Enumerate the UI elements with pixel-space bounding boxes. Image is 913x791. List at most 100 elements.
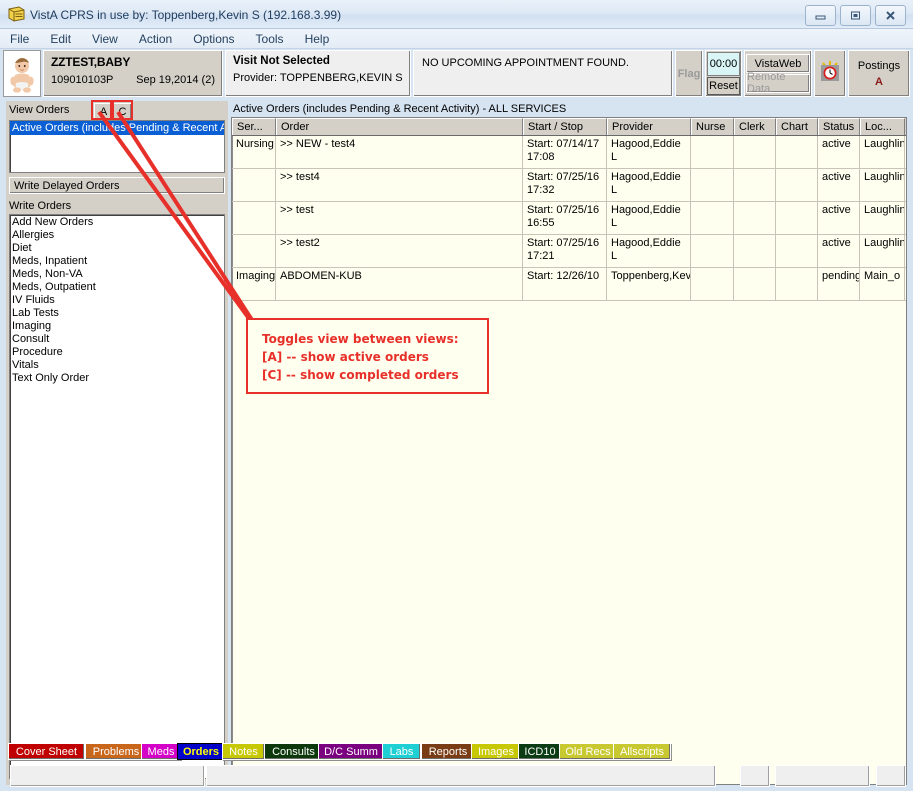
- patient-photo[interactable]: [3, 50, 41, 97]
- patient-identity-panel[interactable]: ZZTEST,BABY 109010103P Sep 19,2014 (2): [43, 50, 223, 97]
- orders-grid-column-header[interactable]: Status: [818, 118, 860, 135]
- write-orders-listbox[interactable]: Add New Orders Allergies Diet Meds, Inpatie…: [9, 214, 225, 779]
- alarm-clock-icon: [819, 61, 841, 86]
- view-orders-listbox[interactable]: Active Orders (includes Pending & Recent…: [9, 120, 225, 173]
- tab-d-c-summ[interactable]: D/C Summ: [318, 743, 384, 760]
- tab-consults[interactable]: Consults: [264, 743, 323, 760]
- tab-meds[interactable]: Meds: [141, 743, 181, 760]
- orders-grid-cell-location: Laughlin: [860, 169, 905, 201]
- orders-grid-column-header[interactable]: Provider: [607, 118, 691, 135]
- tab-problems[interactable]: Problems: [85, 743, 147, 760]
- flag-button[interactable]: Flag: [675, 50, 703, 97]
- orders-grid-cell-location: Laughlin: [860, 202, 905, 234]
- maximize-icon[interactable]: [840, 5, 871, 26]
- orders-grid-cell-nurse: [691, 235, 734, 267]
- tab-icd10[interactable]: ICD10: [518, 743, 562, 760]
- orders-grid-cell-chart: [776, 235, 818, 267]
- reminders-button[interactable]: [814, 50, 846, 97]
- orders-grid-cell-service: [232, 202, 276, 234]
- menu-help[interactable]: Help: [305, 32, 330, 46]
- table-row[interactable]: Nursing >> NEW - test4 Start: 07/14/17 17:…: [232, 136, 906, 169]
- orders-grid-cell-status: active: [818, 136, 860, 168]
- write-order-item[interactable]: Consult: [12, 333, 224, 346]
- flag-label: Flag: [677, 67, 701, 80]
- tab-orders[interactable]: Orders: [177, 743, 225, 760]
- orders-grid-cell-chart: [776, 268, 818, 300]
- client-area: ZZTEST,BABY 109010103P Sep 19,2014 (2) V…: [0, 49, 913, 790]
- orders-grid-cell-clerk: [734, 235, 776, 267]
- write-order-item[interactable]: Lab Tests: [12, 307, 224, 320]
- write-order-item[interactable]: Text Only Order: [12, 372, 224, 385]
- tab-notes[interactable]: Notes: [222, 743, 265, 760]
- menu-view[interactable]: View: [92, 32, 118, 46]
- orders-grid[interactable]: Ser... Order Start / Stop Provider Nurse Cler…: [231, 117, 907, 785]
- menu-bar: File Edit View Action Options Tools Help: [0, 29, 913, 49]
- orders-grid-column-header[interactable]: Start / Stop: [523, 118, 607, 135]
- patient-name: ZZTEST,BABY: [51, 55, 131, 69]
- patient-header: ZZTEST,BABY 109010103P Sep 19,2014 (2) V…: [3, 50, 910, 97]
- menu-file[interactable]: File: [10, 32, 29, 46]
- table-row[interactable]: >> test4 Start: 07/25/16 17:32 Hagood,Eddi…: [232, 169, 906, 202]
- remote-data-button: Remote Data: [746, 71, 810, 95]
- orders-grid-cell-status: pending: [818, 268, 860, 300]
- write-order-item[interactable]: IV Fluids: [12, 294, 224, 307]
- appointment-panel[interactable]: NO UPCOMING APPOINTMENT FOUND.: [413, 50, 673, 97]
- timer-reset-button[interactable]: Reset: [707, 77, 740, 95]
- annotation-line-1: Toggles view between views:: [262, 332, 459, 346]
- write-order-item[interactable]: Meds, Inpatient: [12, 255, 224, 268]
- table-row[interactable]: Imaging ABDOMEN-KUB Start: 12/26/10 Toppenb…: [232, 268, 906, 301]
- postings-button[interactable]: Postings A: [848, 50, 910, 97]
- table-row[interactable]: >> test Start: 07/25/16 16:55 Hagood,Eddie…: [232, 202, 906, 235]
- tab-images[interactable]: Images: [471, 743, 521, 760]
- minimize-icon[interactable]: [805, 5, 836, 26]
- patient-dob: Sep 19,2014 (2): [136, 74, 215, 86]
- orders-grid-cell-provider: Hagood,Eddie L: [607, 202, 691, 234]
- orders-grid-column-header[interactable]: Chart: [776, 118, 818, 135]
- tab-allscripts[interactable]: Allscripts: [613, 743, 671, 760]
- view-orders-selected-item[interactable]: Active Orders (includes Pending & Recent…: [10, 121, 224, 135]
- orders-grid-column-header[interactable]: Loc...: [860, 118, 905, 135]
- orders-grid-cell-chart: [776, 169, 818, 201]
- write-delayed-orders-button[interactable]: Write Delayed Orders: [9, 177, 225, 194]
- orders-grid-cell-service: Nursing: [232, 136, 276, 168]
- menu-edit[interactable]: Edit: [50, 32, 71, 46]
- orders-grid-column-header[interactable]: Ser...: [232, 118, 276, 135]
- write-order-item[interactable]: Meds, Non-VA: [12, 268, 224, 281]
- timer-value: 00:00: [707, 52, 740, 76]
- table-row[interactable]: >> test2 Start: 07/25/16 17:21 Hagood,Eddi…: [232, 235, 906, 268]
- write-order-item[interactable]: Allergies: [12, 229, 224, 242]
- menu-action[interactable]: Action: [139, 32, 172, 46]
- orders-grid-column-header[interactable]: Clerk: [734, 118, 776, 135]
- write-order-item[interactable]: Meds, Outpatient: [12, 281, 224, 294]
- session-timer[interactable]: 00:00 Reset: [705, 50, 742, 97]
- close-icon[interactable]: [875, 5, 906, 26]
- orders-grid-cell-provider: Hagood,Eddie L: [607, 169, 691, 201]
- cprs-window-icon: [8, 6, 25, 22]
- menu-options[interactable]: Options: [193, 32, 234, 46]
- write-order-item[interactable]: Vitals: [12, 359, 224, 372]
- annotation-callout: Toggles view between views: [A] -- show …: [246, 318, 489, 394]
- tab-labs[interactable]: Labs: [382, 743, 421, 760]
- menu-tools[interactable]: Tools: [256, 32, 284, 46]
- write-order-item[interactable]: Diet: [12, 242, 224, 255]
- orders-left-panel: View Orders A C Active Orders (includes …: [6, 100, 228, 785]
- orders-grid-column-header[interactable]: Order: [276, 118, 523, 135]
- orders-grid-body: Nursing >> NEW - test4 Start: 07/14/17 17:…: [232, 136, 906, 301]
- tab-reports[interactable]: Reports: [421, 743, 475, 760]
- write-order-item[interactable]: Procedure: [12, 346, 224, 359]
- orders-grid-cell-chart: [776, 136, 818, 168]
- orders-grid-cell-provider: Toppenberg,Kev: [607, 268, 691, 300]
- orders-grid-cell-start-stop: Start: 07/25/16 17:32: [523, 169, 607, 201]
- tab-old-recs[interactable]: Old Recs: [559, 743, 617, 760]
- write-order-item[interactable]: Add New Orders: [12, 216, 224, 229]
- orders-grid-cell-provider: Hagood,Eddie L: [607, 136, 691, 168]
- postings-label: Postings: [857, 59, 901, 72]
- tab-cover-sheet[interactable]: Cover Sheet: [8, 743, 85, 760]
- orders-grid-cell-nurse: [691, 202, 734, 234]
- orders-grid-column-header[interactable]: Nurse: [691, 118, 734, 135]
- postings-value: A: [875, 75, 883, 88]
- visit-panel[interactable]: Visit Not Selected Provider: TOPPENBERG,…: [225, 50, 411, 97]
- orders-grid-cell-nurse: [691, 136, 734, 168]
- write-order-item[interactable]: Imaging: [12, 320, 224, 333]
- orders-grid-cell-order: ABDOMEN-KUB: [276, 268, 523, 300]
